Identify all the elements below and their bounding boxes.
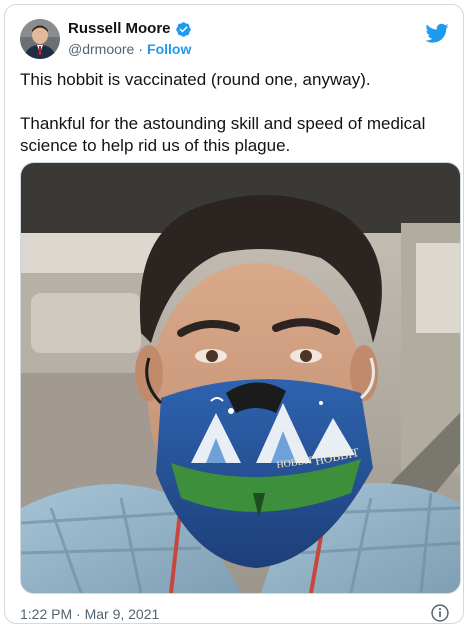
verified-badge-icon <box>175 21 192 38</box>
user-handle[interactable]: @drmoore <box>68 40 134 58</box>
avatar-image <box>20 19 60 59</box>
selfie-photo: HOBBIT HOBBIT <box>21 163 460 593</box>
avatar[interactable] <box>20 19 60 59</box>
info-icon[interactable] <box>430 603 450 623</box>
tweet-paragraph: This hobbit is vaccinated (round one, an… <box>20 70 371 89</box>
tweet-text: This hobbit is vaccinated (round one, an… <box>20 69 450 157</box>
follow-link[interactable]: Follow <box>147 40 191 58</box>
tweet-timestamp[interactable]: 1:22 PM · Mar 9, 2021 <box>20 605 159 623</box>
handle-separator: · <box>138 41 144 57</box>
author-name-row: Russell Moore <box>68 20 192 38</box>
twitter-bird-icon[interactable] <box>425 21 449 45</box>
tweet-paragraph: Thankful for the astounding skill and sp… <box>20 114 426 155</box>
handle-row: @drmoore · Follow <box>68 40 191 58</box>
tweet-card: Russell Moore @drmoore · Follow This hob… <box>4 4 464 624</box>
display-name[interactable]: Russell Moore <box>68 20 171 38</box>
tweet-photo[interactable]: HOBBIT HOBBIT <box>20 162 461 594</box>
